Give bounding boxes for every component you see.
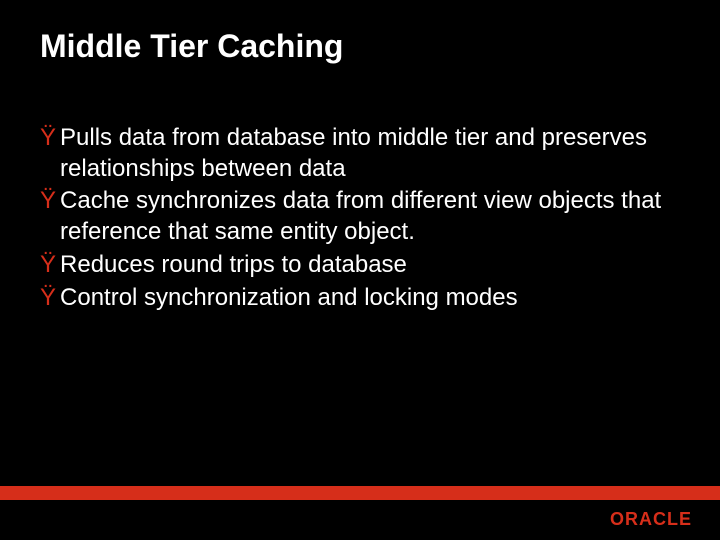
list-item: Ÿ Pulls data from database into middle t… (40, 123, 680, 184)
bullet-text: Pulls data from database into middle tie… (60, 123, 680, 184)
slide: Middle Tier Caching Ÿ Pulls data from da… (0, 0, 720, 540)
bullet-text: Control synchronization and locking mode… (60, 283, 518, 314)
bullet-icon: Ÿ (40, 123, 56, 154)
list-item: Ÿ Reduces round trips to database (40, 250, 680, 281)
bullet-list: Ÿ Pulls data from database into middle t… (0, 65, 720, 313)
bullet-text: Reduces round trips to database (60, 250, 407, 281)
brand-logo: ORACLE (610, 509, 692, 530)
bullet-icon: Ÿ (40, 186, 56, 217)
bullet-icon: Ÿ (40, 283, 56, 314)
bullet-text: Cache synchronizes data from different v… (60, 186, 680, 247)
brand-name: ORACLE (610, 509, 692, 530)
page-title: Middle Tier Caching (0, 0, 720, 65)
footer-accent-bar (0, 486, 720, 500)
list-item: Ÿ Control synchronization and locking mo… (40, 283, 680, 314)
list-item: Ÿ Cache synchronizes data from different… (40, 186, 680, 247)
bullet-icon: Ÿ (40, 250, 56, 281)
